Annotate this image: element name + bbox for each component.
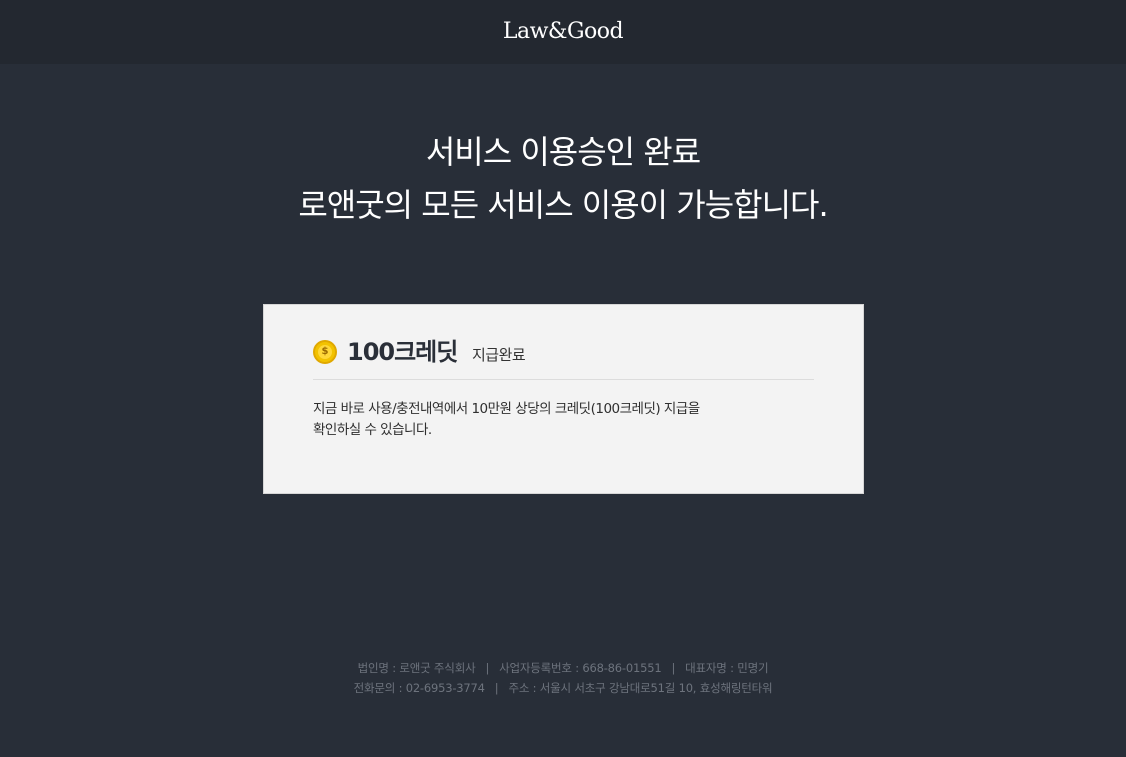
footer-line-1: 법인명 : 로앤굿 주식회사 | 사업자등록번호 : 668-86-01551 | 대표… bbox=[0, 659, 1126, 677]
dollar-icon: $ bbox=[318, 345, 332, 359]
top-bar: Law&Good bbox=[0, 0, 1126, 64]
credit-card-header: $ 100크레딧 지급완료 bbox=[313, 333, 814, 380]
footer-separator: | bbox=[671, 661, 676, 675]
footer-address: 주소 : 서울시 서초구 강남대로51길 10, 효성해링턴타워 bbox=[508, 681, 773, 695]
credit-description-line-1: 지금 바로 사용/충전내역에서 10만원 상당의 크레딧(100크레딧) 지급을 bbox=[313, 401, 700, 417]
footer-company-name: 법인명 : 로앤굿 주식회사 bbox=[357, 661, 476, 675]
law-and-good-logo[interactable]: Law&Good bbox=[0, 17, 1126, 47]
footer-separator: | bbox=[494, 681, 499, 695]
footer-phone: 전화문의 : 02-6953-3774 bbox=[353, 681, 485, 695]
completion-title: 서비스 이용승인 완료 bbox=[425, 133, 701, 171]
completion-subtitle: 로앤굿의 모든 서비스 이용이 가능합니다. bbox=[298, 186, 828, 224]
credit-amount: 100크레딧 bbox=[347, 338, 458, 366]
credit-card: $ 100크레딧 지급완료 지금 바로 사용/충전내역에서 10만원 상당의 크… bbox=[263, 304, 864, 494]
footer-ceo: 대표자명 : 민명기 bbox=[685, 661, 769, 675]
footer-separator: | bbox=[485, 661, 490, 675]
credit-description: 지금 바로 사용/충전내역에서 10만원 상당의 크레딧(100크레딧) 지급을… bbox=[313, 399, 753, 441]
credit-description-line-2: 확인하실 수 있습니다. bbox=[313, 422, 432, 438]
footer-business-number: 사업자등록번호 : 668-86-01551 bbox=[499, 661, 662, 675]
credit-status: 지급완료 bbox=[472, 346, 526, 364]
coin-dollar-icon: $ bbox=[313, 340, 337, 364]
footer-line-2: 전화문의 : 02-6953-3774 | 주소 : 서울시 서초구 강남대로51길… bbox=[0, 679, 1126, 697]
